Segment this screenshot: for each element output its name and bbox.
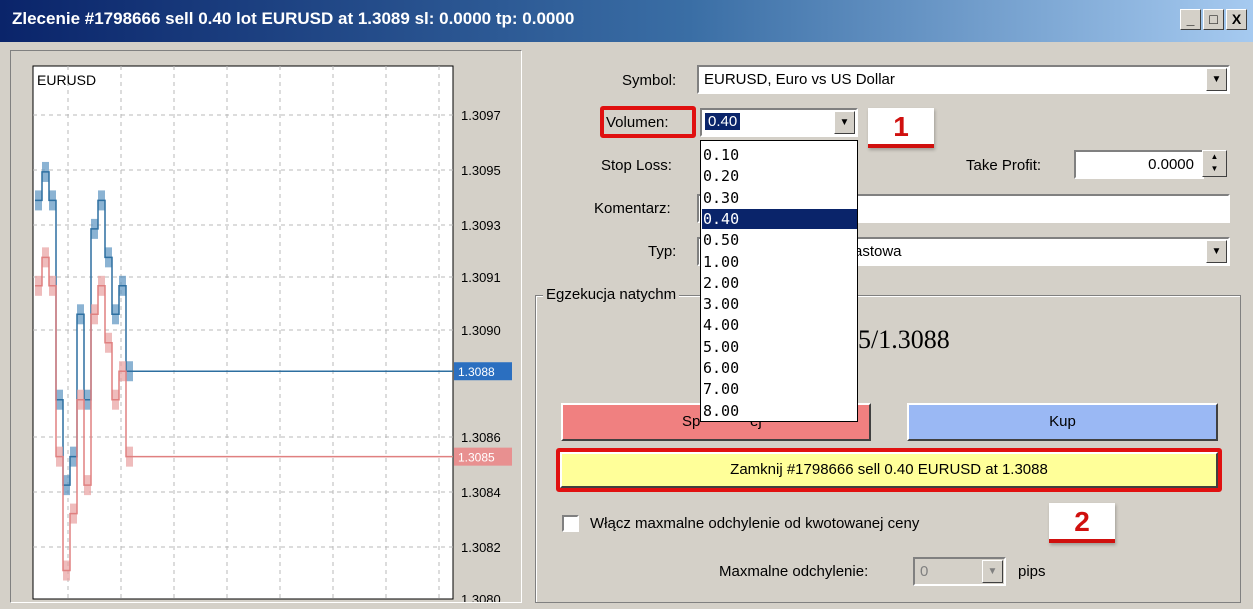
volume-option[interactable]: 8.00 (702, 401, 857, 421)
volume-option[interactable]: 1.00 (702, 252, 857, 272)
takeprofit-field[interactable]: 0.0000 (1074, 150, 1204, 179)
y-tick-label: 1.3090 (461, 323, 501, 338)
volume-option[interactable]: 2.00 (702, 273, 857, 293)
volume-option[interactable]: 0.30 (702, 188, 857, 208)
volume-option[interactable]: 0.50 (702, 230, 857, 250)
bid-price-label: 1.3085 (458, 451, 495, 465)
volume-dropdown-list: 0.10 0.20 0.30 0.40 0.50 1.00 2.00 3.00 4.00 5.00… (700, 140, 858, 422)
y-tick-label: 1.3080 (461, 592, 501, 602)
annotation-box-close (556, 448, 1222, 492)
deviation-checkbox-label[interactable]: Włącz maxmalne odchylenie od kwotowanej … (590, 515, 919, 532)
symbol-label: Symbol: (622, 72, 677, 89)
minimize-button[interactable]: _ (1180, 9, 1201, 30)
volume-option[interactable]: 5.00 (702, 337, 857, 357)
sell-button-label-left: Sp (682, 413, 701, 430)
y-tick-label: 1.3093 (461, 218, 501, 233)
type-value: astowa (854, 243, 902, 260)
ask-price-label: 1.3088 (458, 365, 495, 379)
deviation-value: 0 (920, 563, 929, 580)
chevron-down-icon[interactable]: ▼ (1206, 240, 1227, 263)
volume-option[interactable]: 3.00 (702, 294, 857, 314)
annotation-badge-1: 1 (868, 108, 934, 148)
y-tick-label: 1.3097 (461, 108, 501, 123)
volume-option[interactable]: 0.20 (702, 166, 857, 186)
takeprofit-label: Take Profit: (966, 157, 1042, 174)
chevron-down-icon: ▼ (982, 560, 1003, 583)
chart-title: EURUSD (37, 72, 96, 88)
deviation-label: Maxmalne odchylenie: (719, 563, 869, 580)
comment-label: Komentarz: (594, 200, 671, 217)
type-label: Typ: (648, 243, 677, 260)
chevron-down-icon[interactable]: ▼ (1206, 68, 1227, 91)
maximize-button[interactable]: □ (1203, 9, 1224, 30)
execution-group-caption: Egzekucja natychm (543, 286, 680, 303)
y-tick-label: 1.3095 (461, 163, 501, 178)
volume-option[interactable]: 0.10 (702, 145, 857, 165)
volume-select[interactable]: 0.40 ▼ (700, 108, 858, 137)
price-quote: 35/1.3088 (845, 325, 950, 354)
volume-value: 0.40 (705, 113, 741, 130)
symbol-value: EURUSD, Euro vs US Dollar (704, 71, 895, 88)
annotation-box-volume (600, 106, 696, 138)
volume-option[interactable]: 6.00 (702, 358, 857, 378)
y-tick-label: 1.3082 (461, 540, 501, 555)
chart-panel: 1.3097 1.3095 1.3093 1.3091 1.3090 1.3086 1.30… (10, 50, 522, 603)
volume-option[interactable]: 4.00 (702, 315, 857, 335)
y-tick-label: 1.3086 (461, 430, 501, 445)
symbol-select[interactable]: EURUSD, Euro vs US Dollar ▼ (697, 65, 1230, 94)
pips-label: pips (1018, 563, 1046, 580)
takeprofit-value: 0.0000 (1148, 156, 1194, 173)
y-tick-label: 1.3091 (461, 270, 501, 285)
deviation-checkbox[interactable] (562, 515, 579, 532)
volume-option[interactable]: 0.40 (702, 208, 857, 229)
stoploss-label: Stop Loss: (601, 157, 672, 174)
window-controls: _ □ X (1180, 9, 1247, 30)
deviation-spinner: 0 ▼ (913, 557, 1006, 586)
y-tick-label: 1.3084 (461, 485, 501, 500)
plot-area (32, 65, 454, 600)
window-title: Zlecenie #1798666 sell 0.40 lot EURUSD a… (12, 9, 575, 28)
takeprofit-spinner[interactable]: ▲ ▼ (1202, 150, 1227, 177)
annotation-badge-2: 2 (1049, 503, 1115, 543)
price-chart: 1.3097 1.3095 1.3093 1.3091 1.3090 1.3086 1.30… (32, 65, 512, 602)
buy-button[interactable]: Kup (907, 403, 1218, 441)
close-button[interactable]: X (1226, 9, 1247, 30)
title-bar: Zlecenie #1798666 sell 0.40 lot EURUSD a… (0, 0, 1253, 42)
volume-option[interactable]: 7.00 (702, 379, 857, 399)
chevron-down-icon[interactable]: ▼ (834, 111, 855, 134)
